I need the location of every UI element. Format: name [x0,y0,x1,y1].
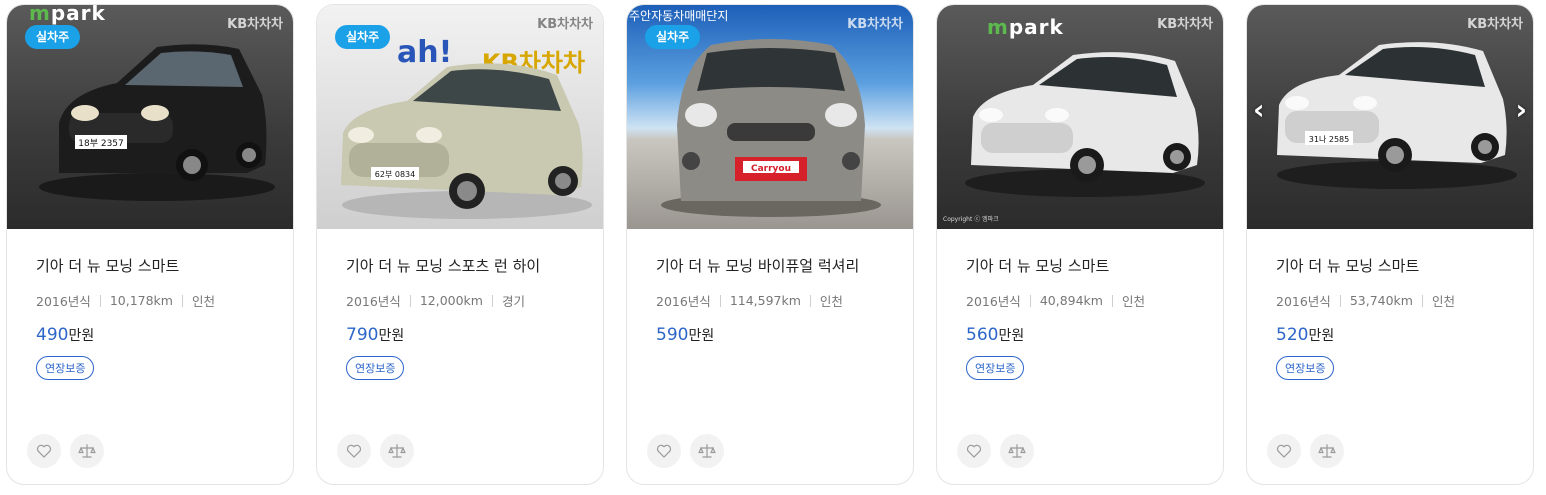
car-photo[interactable]: KB차차차 31나 2585 ‹ › [1247,5,1533,229]
car-title[interactable]: 기아 더 뉴 모닝 바이퓨얼 럭셔리 [656,255,859,276]
car-mileage: 53,740km [1349,293,1413,308]
car-region: 인천 [1121,294,1145,309]
car-title[interactable]: 기아 더 뉴 모닝 스마트 [966,255,1109,276]
compare-button[interactable] [1000,434,1034,468]
dealer-plate: Carryou [751,164,791,174]
car-year: 2016년식 [1276,294,1331,309]
warranty-tag: 연장보증 [36,356,95,380]
car-year: 2016년식 [346,294,401,309]
divider [99,294,101,307]
scale-icon [698,444,716,458]
divider [1339,294,1341,307]
compare-button[interactable] [380,434,414,468]
heart-icon [36,444,52,458]
wishlist-button[interactable] [1267,434,1301,468]
wishlist-button[interactable] [337,434,371,468]
license-plate: 18부 2357 [78,138,124,149]
car-card[interactable]: ah! KB차차차 KB차차차 62부 0834 실차주 기아 더 뉴 모닝 스… [316,4,604,485]
divider [1029,294,1031,307]
wishlist-button[interactable] [647,434,681,468]
scale-icon [388,444,406,458]
heart-icon [966,444,982,458]
car-card[interactable]: mpark KB차차차 18부 2357 실차주 기아 더 뉴 모닝 스마트 2… [6,4,294,485]
car-year: 2016년식 [36,294,91,309]
status-badge: 실차주 [645,25,701,49]
divider [1421,294,1423,307]
car-card[interactable]: mpark KB차차차 Copyright ⓒ 엠파크 기아 더 뉴 모닝 스마… [936,4,1224,485]
car-illustration: 31나 2585 [1277,42,1517,189]
heart-icon [346,444,362,458]
car-meta: 2016년식 12,000km 경기 [346,291,525,310]
prev-photo-button[interactable]: ‹ [1253,93,1265,126]
car-region: 인천 [191,294,215,309]
divider [719,294,721,307]
compare-button[interactable] [70,434,104,468]
wishlist-button[interactable] [957,434,991,468]
warranty-tag: 연장보증 [346,356,405,380]
heart-icon [1276,444,1292,458]
car-year: 2016년식 [656,294,711,309]
warranty-tag: 연장보증 [1276,356,1335,380]
car-price: 590만원 [656,325,715,345]
car-title[interactable]: 기아 더 뉴 모닝 스마트 [36,255,179,276]
compare-button[interactable] [690,434,724,468]
car-mileage: 12,000km [419,293,483,308]
divider [181,294,183,307]
car-mileage: 40,894km [1039,293,1103,308]
car-card[interactable]: 주안자동차매매단지 KB차차차 Carryou 실차주 기아 더 뉴 모닝 바이… [626,4,914,485]
license-plate: 31나 2585 [1309,135,1349,144]
car-illustration [965,52,1205,197]
car-photo[interactable]: mpark KB차차차 18부 2357 실차주 [7,5,293,229]
car-region: 인천 [1431,294,1455,309]
divider [409,294,411,307]
car-title[interactable]: 기아 더 뉴 모닝 스포츠 런 하이 [346,255,540,276]
car-meta: 2016년식 10,178km 인천 [36,291,215,310]
car-photo[interactable]: 주안자동차매매단지 KB차차차 Carryou 실차주 [627,5,913,229]
car-region: 경기 [501,294,525,309]
car-title[interactable]: 기아 더 뉴 모닝 스마트 [1276,255,1419,276]
photo-copyright: Copyright ⓒ 엠파크 [943,216,999,223]
car-price: 560만원 [966,325,1025,345]
heart-icon [656,444,672,458]
car-meta: 2016년식 114,597km 인천 [656,291,843,310]
car-price: 790만원 [346,325,405,345]
car-photo[interactable]: ah! KB차차차 KB차차차 62부 0834 실차주 [317,5,603,229]
scale-icon [1318,444,1336,458]
compare-button[interactable] [1310,434,1344,468]
scale-icon [1008,444,1026,458]
license-plate: 62부 0834 [375,170,415,179]
car-meta: 2016년식 53,740km 인천 [1276,291,1455,310]
scale-icon [78,444,96,458]
divider [809,294,811,307]
next-photo-button[interactable]: › [1515,93,1527,126]
car-year: 2016년식 [966,294,1021,309]
car-meta: 2016년식 40,894km 인천 [966,291,1145,310]
warranty-tag: 연장보증 [966,356,1025,380]
car-photo[interactable]: mpark KB차차차 Copyright ⓒ 엠파크 [937,5,1223,229]
car-mileage: 10,178km [109,293,173,308]
divider [491,294,493,307]
wishlist-button[interactable] [27,434,61,468]
car-card[interactable]: KB차차차 31나 2585 ‹ › 기아 더 뉴 모닝 스마트 2016년식 … [1246,4,1534,485]
status-badge: 실차주 [25,25,81,49]
divider [1111,294,1113,307]
car-region: 인천 [819,294,843,309]
car-price: 520만원 [1276,325,1335,345]
car-price: 490만원 [36,325,95,345]
status-badge: 실차주 [335,25,391,49]
car-mileage: 114,597km [729,293,801,308]
